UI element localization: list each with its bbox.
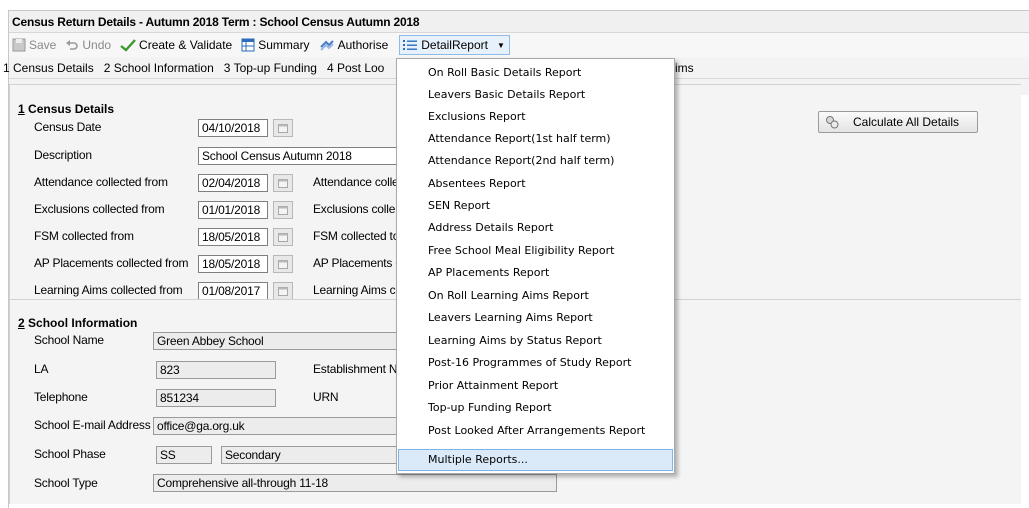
fsm-from-calendar-button[interactable] <box>273 228 293 246</box>
exclusions-from-label: Exclusions collected from <box>34 202 165 216</box>
nav-link-school-information[interactable]: 2 School Information <box>104 61 214 75</box>
exclusions-from-field[interactable]: 01/01/2018 <box>198 201 268 219</box>
establishment-number-label: Establishment N <box>313 362 398 376</box>
ap-from-label: AP Placements collected from <box>34 256 189 270</box>
ap-from-field[interactable]: 18/05/2018 <box>198 255 268 273</box>
create-validate-label: Create & Validate <box>139 38 233 52</box>
save-button[interactable]: Save <box>12 38 56 52</box>
detail-report-menu: On Roll Basic Details Report Leavers Bas… <box>396 58 675 474</box>
checkmark-icon <box>120 39 136 52</box>
menu-item-post-16-programmes[interactable]: Post-16 Programmes of Study Report <box>398 352 673 374</box>
menu-item-sen[interactable]: SEN Report <box>398 195 673 217</box>
menu-item-ap-placements[interactable]: AP Placements Report <box>398 262 673 284</box>
summary-label: Summary <box>258 38 310 52</box>
attendance-to-label: Attendance colle <box>313 175 399 189</box>
school-name-field[interactable]: Green Abbey School <box>153 332 400 350</box>
census-date-calendar-button[interactable] <box>273 119 293 137</box>
calendar-icon <box>278 260 288 269</box>
school-phase-label: School Phase <box>34 447 106 461</box>
menu-item-on-roll-basic-details[interactable]: On Roll Basic Details Report <box>398 62 673 84</box>
school-type-field[interactable]: Comprehensive all-through 11-18 <box>153 474 557 492</box>
menu-item-attendance-2nd-half[interactable]: Attendance Report(2nd half term) <box>398 150 673 172</box>
detail-report-label: DetailReport <box>421 38 488 52</box>
learning-aims-from-calendar-button[interactable] <box>273 282 293 300</box>
learning-aims-to-label: Learning Aims c <box>313 283 396 297</box>
calendar-icon <box>278 206 288 215</box>
nav-link-post-looked-after[interactable]: 4 Post Loo <box>327 61 384 75</box>
menu-item-prior-attainment[interactable]: Prior Attainment Report <box>398 375 673 397</box>
school-phase-code-field[interactable]: SS <box>156 446 212 464</box>
attendance-from-calendar-button[interactable] <box>273 174 293 192</box>
census-date-label: Census Date <box>34 120 102 134</box>
menu-item-address-details[interactable]: Address Details Report <box>398 217 673 239</box>
ap-to-label: AP Placements c <box>313 256 402 270</box>
description-field[interactable]: School Census Autumn 2018 <box>198 147 400 165</box>
calculator-icon <box>826 116 839 129</box>
menu-item-multiple-reports[interactable]: Multiple Reports... <box>398 449 673 471</box>
urn-label: URN <box>313 390 339 404</box>
menu-item-attendance-1st-half[interactable]: Attendance Report(1st half term) <box>398 128 673 150</box>
menu-item-leavers-learning-aims[interactable]: Leavers Learning Aims Report <box>398 307 673 329</box>
window-title: Census Return Details - Autumn 2018 Term… <box>9 11 1029 33</box>
calendar-icon <box>278 124 288 133</box>
school-phase-field[interactable]: Secondary <box>221 446 400 464</box>
create-validate-button[interactable]: Create & Validate <box>120 38 232 52</box>
authorise-icon <box>319 40 334 51</box>
menu-item-learning-aims-by-status[interactable]: Learning Aims by Status Report <box>398 330 673 352</box>
menu-item-top-up-funding[interactable]: Top-up Funding Report <box>398 397 673 419</box>
menu-item-on-roll-learning-aims[interactable]: On Roll Learning Aims Report <box>398 285 673 307</box>
list-icon <box>403 40 418 50</box>
school-email-label: School E-mail Address <box>34 418 151 432</box>
nav-link-census-details[interactable]: 1 Census Details <box>3 61 94 75</box>
fsm-to-label: FSM collected to <box>313 229 400 243</box>
save-label: Save <box>29 38 57 52</box>
save-icon <box>12 38 26 52</box>
census-date-field[interactable]: 04/10/2018 <box>198 119 268 137</box>
learning-aims-from-field[interactable]: 01/08/2017 <box>198 282 268 300</box>
menu-item-exclusions[interactable]: Exclusions Report <box>398 106 673 128</box>
detail-report-button[interactable]: DetailReport ▼ <box>399 35 510 55</box>
menu-item-free-school-meal[interactable]: Free School Meal Eligibility Report <box>398 240 673 262</box>
chevron-down-icon: ▼ <box>496 40 505 50</box>
undo-icon <box>66 40 79 50</box>
calculate-all-details-label: Calculate All Details <box>853 115 960 129</box>
menu-item-post-looked-after[interactable]: Post Looked After Arrangements Report <box>398 420 673 442</box>
description-label: Description <box>34 148 92 162</box>
fsm-from-label: FSM collected from <box>34 229 134 243</box>
telephone-label: Telephone <box>34 390 88 404</box>
exclusions-to-label: Exclusions colle <box>313 202 396 216</box>
calendar-icon <box>278 287 288 296</box>
school-type-label: School Type <box>34 476 98 490</box>
undo-button[interactable]: Undo <box>65 38 111 52</box>
attendance-from-field[interactable]: 02/04/2018 <box>198 174 268 192</box>
school-information-heading: 2 School Information <box>18 316 138 330</box>
calendar-icon <box>278 179 288 188</box>
nav-link-top-up-funding[interactable]: 3 Top-up Funding <box>224 61 317 75</box>
authorise-label: Authorise <box>337 38 389 52</box>
la-field[interactable]: 823 <box>156 361 276 379</box>
summary-button[interactable]: Summary <box>241 38 310 52</box>
toolbar: Save Undo Create & Validate Summary Auth… <box>9 33 1029 57</box>
exclusions-from-calendar-button[interactable] <box>273 201 293 219</box>
learning-aims-from-label: Learning Aims collected from <box>34 283 183 297</box>
menu-item-absentees[interactable]: Absentees Report <box>398 173 673 195</box>
authorise-button[interactable]: Authorise <box>319 38 389 52</box>
telephone-field[interactable]: 851234 <box>156 389 276 407</box>
ap-from-calendar-button[interactable] <box>273 255 293 273</box>
census-details-heading: 1 Census Details <box>18 102 115 116</box>
calculate-all-details-button[interactable]: Calculate All Details <box>818 111 978 133</box>
attendance-from-label: Attendance collected from <box>34 175 168 189</box>
table-icon <box>241 38 255 52</box>
undo-label: Undo <box>82 38 112 52</box>
fsm-from-field[interactable]: 18/05/2018 <box>198 228 268 246</box>
school-email-field[interactable]: office@ga.org.uk <box>153 417 400 435</box>
menu-item-leavers-basic-details[interactable]: Leavers Basic Details Report <box>398 84 673 106</box>
la-label: LA <box>34 362 49 376</box>
calendar-icon <box>278 233 288 242</box>
school-name-label: School Name <box>34 333 104 347</box>
